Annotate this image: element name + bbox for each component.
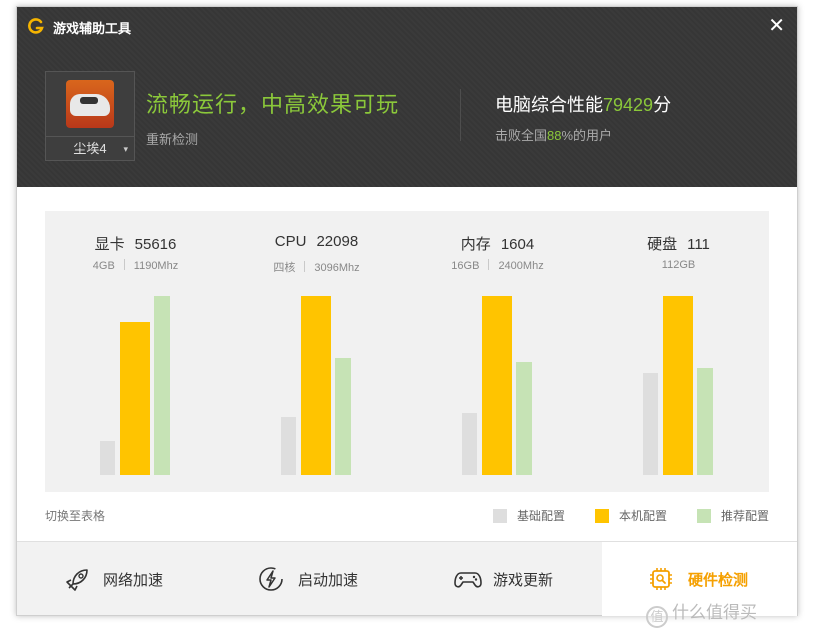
- beat-suffix: %的用户: [561, 128, 613, 143]
- legend-label-rec: 推荐配置: [721, 509, 770, 523]
- hardware-title: 显卡 55616: [45, 233, 226, 254]
- app-logo-icon: [28, 18, 44, 34]
- chip-search-icon: [650, 568, 672, 590]
- beat-prefix: 击败全国: [495, 128, 548, 143]
- switch-to-table-link[interactable]: 切换至表格: [45, 507, 105, 524]
- hardware-chart: 显卡 55616 4GB 1190Mhz CPU 22098 四核 3096Mhz 内存 1604…: [45, 211, 769, 492]
- hardware-title: 硬盘 111: [588, 233, 769, 254]
- hardware-score: 111: [687, 236, 710, 253]
- chevron-down-icon: ▾: [123, 144, 128, 154]
- hardware-score: 22098: [316, 233, 359, 250]
- legend-swatch-mine: [595, 509, 609, 523]
- legend-swatch-rec: [697, 509, 711, 523]
- game-dropdown[interactable]: 尘埃4 ▾: [46, 136, 134, 160]
- hardware-spec: 4GB: [92, 260, 115, 272]
- bar-base: [281, 417, 296, 475]
- hardware-column: CPU 22098 四核 3096Mhz: [226, 211, 407, 492]
- bar-mine: [482, 296, 512, 475]
- title-bar: 游戏辅助工具 ✕: [17, 7, 797, 45]
- game-name: 尘埃4: [73, 141, 107, 156]
- legend-swatch-base: [493, 509, 507, 523]
- score-prefix: 电脑综合性能: [495, 95, 603, 115]
- legend-label-base: 基础配置: [517, 509, 566, 523]
- watermark-text: 什么值得买: [672, 603, 757, 622]
- bar-base: [462, 413, 477, 475]
- bar-mine: [120, 322, 150, 475]
- bar-base: [643, 373, 658, 475]
- beat-value: 88: [547, 128, 562, 143]
- retest-link[interactable]: 重新检测: [146, 129, 198, 148]
- hardware-title: 内存 1604: [407, 233, 588, 254]
- score-suffix: 分: [653, 95, 672, 115]
- hardware-spec: 3096Mhz: [314, 262, 360, 274]
- hardware-spec: 16GB: [451, 260, 480, 272]
- tab-label: 硬件检测: [688, 572, 749, 589]
- hardware-spec: 1190Mhz: [133, 260, 179, 272]
- hardware-column: 显卡 55616 4GB 1190Mhz: [45, 211, 226, 492]
- app-title: 游戏辅助工具: [53, 21, 132, 36]
- hardware-name: 显卡: [94, 236, 125, 253]
- tab-game-update[interactable]: 游戏更新: [407, 542, 602, 616]
- header-divider: [460, 89, 461, 141]
- hardware-name: 硬盘: [647, 236, 678, 253]
- spec-divider: [488, 259, 490, 270]
- rank-text: 击败全国88%的用户: [495, 125, 612, 144]
- hardware-spec: 2400Mhz: [498, 260, 544, 272]
- tab-label: 游戏更新: [493, 572, 554, 589]
- score-value: 79429: [603, 95, 654, 115]
- legend-base: 基础配置: [493, 507, 565, 524]
- legend-mine: 本机配置: [595, 507, 667, 524]
- bar-mine: [301, 296, 331, 475]
- hardware-column: 内存 1604 16GB 2400Mhz: [407, 211, 588, 492]
- close-button[interactable]: ✕: [768, 16, 785, 36]
- rocket-icon: [66, 569, 88, 591]
- hardware-score: 1604: [500, 236, 535, 253]
- hardware-name: 内存: [460, 236, 491, 253]
- overall-score: 电脑综合性能79429分: [495, 91, 671, 117]
- hardware-score: 55616: [134, 236, 177, 253]
- watermark-logo-icon: 值: [646, 606, 668, 628]
- bar-rec: [154, 296, 170, 475]
- gamepad-icon: [454, 572, 482, 588]
- hardware-spec: 112GB: [661, 259, 696, 271]
- performance-verdict: 流畅运行，中高效果可玩: [146, 92, 400, 117]
- tab-launch-accel[interactable]: 启动加速: [212, 542, 407, 616]
- hardware-specs: 4GB 1190Mhz: [45, 259, 226, 272]
- tab-label: 启动加速: [298, 572, 359, 589]
- bar-base: [100, 441, 115, 475]
- result-header: 游戏辅助工具 ✕ 尘埃4 ▾ 流畅运行，中高效果可玩 重新检测 电脑综合性能79…: [17, 7, 797, 187]
- hardware-name: CPU: [274, 233, 307, 250]
- hardware-column: 硬盘 111 112GB: [588, 211, 769, 492]
- hardware-title: CPU 22098: [226, 233, 407, 250]
- hardware-specs: 四核 3096Mhz: [226, 259, 407, 275]
- bar-rec: [516, 362, 532, 475]
- bar-rec: [697, 368, 713, 475]
- spec-divider: [304, 261, 306, 272]
- tab-label: 网络加速: [103, 572, 164, 589]
- hardware-spec: 四核: [273, 262, 296, 274]
- app-window: 游戏辅助工具 ✕ 尘埃4 ▾ 流畅运行，中高效果可玩 重新检测 电脑综合性能79…: [16, 6, 798, 616]
- bar-mine: [663, 296, 693, 475]
- hardware-specs: 16GB 2400Mhz: [407, 259, 588, 272]
- watermark: 值什么值得买: [646, 598, 757, 628]
- legend-rec: 推荐配置: [697, 507, 769, 524]
- tab-network-accel[interactable]: 网络加速: [17, 542, 212, 616]
- game-selector[interactable]: 尘埃4 ▾: [45, 71, 135, 161]
- legend-label-mine: 本机配置: [619, 509, 668, 523]
- lightning-icon: [259, 567, 283, 591]
- spec-divider: [123, 259, 125, 270]
- game-cover-image: [66, 80, 114, 128]
- hardware-specs: 112GB: [588, 259, 769, 271]
- bar-rec: [335, 358, 351, 475]
